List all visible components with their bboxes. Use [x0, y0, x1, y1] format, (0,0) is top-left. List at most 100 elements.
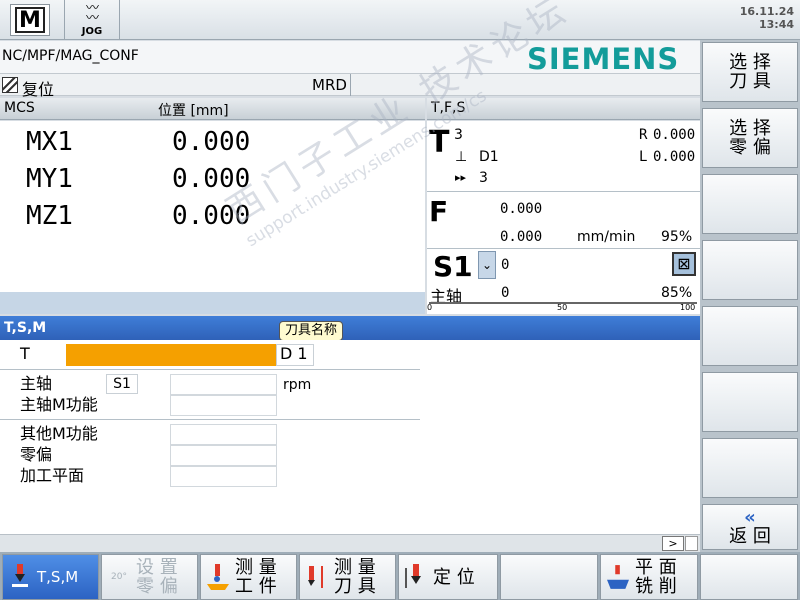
spindle-override: 85% — [661, 285, 693, 301]
empty-bottom-softkey-right[interactable] — [700, 554, 798, 600]
empty-softkey-5[interactable] — [702, 306, 798, 366]
empty-bottom-softkey[interactable] — [500, 554, 598, 600]
scroll-end-button[interactable] — [685, 536, 698, 551]
empty-softkey-4[interactable] — [702, 240, 798, 300]
face-milling-softkey[interactable]: 平 面 铣 削 — [600, 554, 698, 600]
tsm-softkey[interactable]: T,S,M — [2, 554, 99, 600]
feed-override: 95% — [661, 229, 693, 245]
time-text: 13:44 — [758, 18, 794, 31]
measure-workpiece-softkey[interactable]: 测 量 工 件 — [200, 554, 297, 600]
axis-value: 0.000 — [172, 201, 251, 231]
softkey-label: 选 择 — [729, 52, 771, 73]
machining-plane-input[interactable] — [170, 466, 277, 487]
spindle-dropdown-chevron-icon[interactable]: ⌄ — [478, 251, 496, 279]
back-chevron-icon: « — [744, 507, 756, 528]
tool-offset-d: D1 — [479, 149, 499, 165]
zero-offset-label: 零偏 — [20, 445, 53, 464]
horizontal-scrollbar[interactable]: > — [0, 534, 700, 552]
divider — [427, 248, 700, 249]
program-path-bar: NC/MPF/MAG_CONF SIEMENS — [0, 41, 700, 76]
channel-status-text: 复位 — [22, 80, 55, 99]
softkey-label: T,S,M — [37, 567, 79, 586]
softkey-label-line: 测 量 — [235, 557, 277, 578]
divider — [0, 419, 420, 420]
select-zero-offset-softkey[interactable]: 选 择 零 偏 — [702, 108, 798, 168]
spindle-setpoint: 0 — [501, 257, 510, 273]
feed-setpoint: 0.000 — [500, 201, 543, 217]
tool-letter: T — [429, 125, 450, 160]
spindle-m-label: 主轴M功能 — [20, 395, 98, 414]
machine-mode-button[interactable]: M — [10, 4, 50, 36]
tool-field-label: T — [20, 344, 30, 363]
mcs-header: MCS 位置 [mm] — [0, 98, 425, 120]
length-label: L — [639, 149, 648, 165]
program-path: NC/MPF/MAG_CONF — [2, 48, 139, 64]
spindle-actual: 0 — [501, 285, 510, 301]
mcs-footer-band — [0, 292, 425, 314]
tool-holder-icon: ⊥ — [455, 149, 468, 165]
position-softkey[interactable]: 定 位 — [398, 554, 498, 600]
zero-offset-input[interactable] — [170, 445, 277, 466]
axis-value: 0.000 — [172, 164, 251, 194]
tfs-header: T,F,S — [427, 98, 700, 120]
spindle-select[interactable]: S1 — [106, 374, 138, 394]
datetime: 16.11.24 13:44 — [740, 5, 794, 31]
softkey-label: 测 量 刀 具 — [334, 558, 376, 596]
tsm-form: T D 1 主轴 S1 rpm 主轴M功能 其他M功能 零偏 加工平面 — [0, 340, 700, 534]
spindle-speed-input[interactable] — [170, 374, 277, 395]
softkey-label: 选 择 — [729, 118, 771, 139]
tool-name-tooltip: 刀具名称 — [279, 321, 344, 341]
position-header: 位置 [mm] — [158, 103, 229, 119]
face-milling-icon — [607, 562, 629, 592]
other-m-input[interactable] — [170, 424, 277, 445]
positioning-icon — [405, 562, 427, 592]
tool-name-input[interactable] — [66, 344, 276, 366]
jog-label: JOG — [81, 25, 103, 37]
spindle-tool-icon — [9, 562, 31, 592]
measure-tool-softkey[interactable]: 测 量 刀 具 — [299, 554, 396, 600]
reset-status-icon — [2, 77, 18, 93]
softkey-label: 设 置 零 偏 — [136, 558, 178, 596]
divider — [0, 369, 420, 370]
axis-row: MZ1 0.000 — [0, 199, 425, 235]
jog-wave-icon: 〰〰 — [85, 0, 99, 26]
spindle-speed-unit: rpm — [283, 377, 312, 393]
machine-mode-icon: M — [15, 7, 45, 33]
scale-max: 100 — [680, 303, 696, 312]
empty-softkey-7[interactable] — [702, 438, 798, 498]
empty-softkey-3[interactable] — [702, 174, 798, 234]
scroll-right-button[interactable]: > — [662, 536, 684, 551]
axis-name: MX1 — [26, 127, 73, 157]
date-text: 16.11.24 — [739, 5, 794, 18]
softkey-label-line: 刀 具 — [334, 576, 376, 597]
back-softkey[interactable]: « 返 回 — [702, 504, 798, 550]
axis-position-table: MX1 0.000 MY1 0.000 MZ1 0.000 — [0, 121, 425, 296]
zero-offset-icon: 20° — [111, 572, 127, 582]
divider — [427, 191, 700, 192]
cutting-edge-field[interactable] — [276, 344, 314, 366]
mcs-title: MCS — [4, 100, 35, 116]
set-zero-offset-softkey[interactable]: 20° 设 置 零 偏 — [101, 554, 198, 600]
tsm-title: T,S,M — [4, 320, 47, 336]
softkey-label: 零 偏 — [729, 137, 771, 158]
empty-softkey-6[interactable] — [702, 372, 798, 432]
scale-min: 0 — [427, 303, 433, 312]
measure-workpiece-icon — [207, 562, 229, 592]
axis-name: MZ1 — [26, 201, 73, 231]
spindle-m-input[interactable] — [170, 395, 277, 416]
axis-name: MY1 — [26, 164, 73, 194]
feed-unit: mm/min — [577, 229, 636, 245]
status-divider — [350, 74, 351, 96]
radius-value: 0.000 — [653, 127, 696, 143]
feed-actual: 0.000 — [500, 229, 543, 245]
horizontal-softkey-bar: T,S,M 20° 设 置 零 偏 测 量 工 件 测 量 刀 具 定 位 平 … — [0, 552, 800, 600]
mrd-indicator: MRD — [312, 76, 347, 94]
jog-mode-button[interactable]: 〰〰 JOG — [64, 0, 120, 40]
next-tool-icon: ▸▸ — [455, 171, 467, 184]
softkey-label: 定 位 — [433, 566, 475, 588]
tool-number: 3 — [454, 127, 463, 143]
spindle-label: 主轴 — [20, 374, 53, 393]
axis-value: 0.000 — [172, 127, 251, 157]
softkey-label-line: 铣 削 — [635, 576, 677, 597]
select-tool-softkey[interactable]: 选 择 刀 具 — [702, 42, 798, 102]
